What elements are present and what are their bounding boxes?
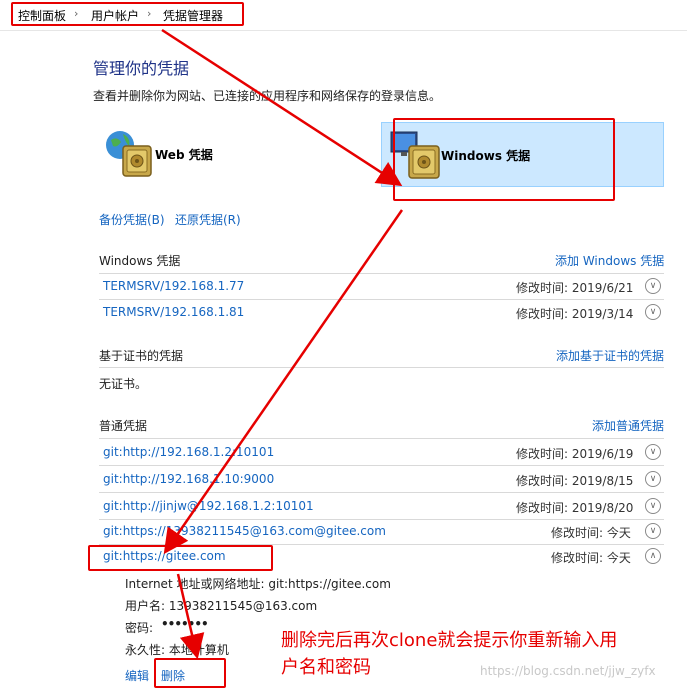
arrow-windows-to-gitee <box>163 209 404 555</box>
arrow-gitee-to-delete <box>176 573 205 660</box>
annotation-arrows <box>161 28 404 660</box>
annotation-line-1: 删除完后再次clone就会提示你重新输入用 <box>281 630 618 651</box>
annotation-line-2: 户名和密码 <box>281 657 371 678</box>
arrow-breadcrumb-to-windows <box>161 28 403 187</box>
watermark: https://blog.csdn.net/jjw_zyfx <box>480 664 656 678</box>
